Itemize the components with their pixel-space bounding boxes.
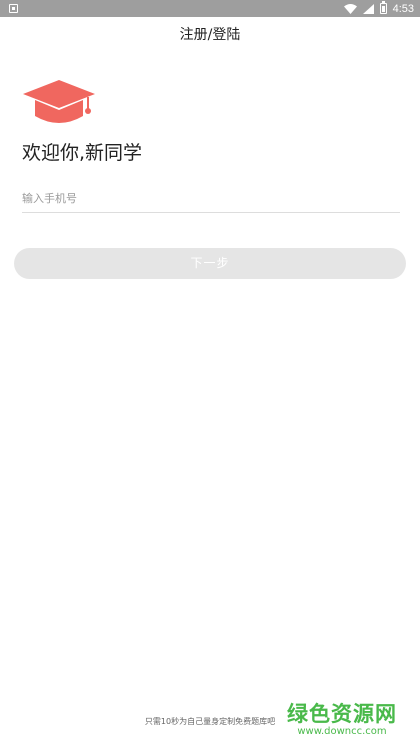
status-time: 4:53 <box>392 2 414 15</box>
signal-icon <box>362 3 374 14</box>
wifi-icon <box>343 3 357 14</box>
phone-input[interactable] <box>22 184 400 213</box>
page-title: 注册/登陆 <box>179 27 241 43</box>
next-step-button[interactable]: 下一步 <box>14 248 406 279</box>
watermark-title: 绿色资源网 <box>287 702 397 726</box>
notification-icon <box>9 4 18 13</box>
welcome-heading: 欢迎你,新同学 <box>22 142 143 164</box>
graduation-cap-icon <box>23 80 95 123</box>
watermark: 绿色资源网 www.downcc.com <box>282 702 402 738</box>
watermark-url: www.downcc.com <box>297 726 387 737</box>
status-icons: 4:53 <box>343 0 414 17</box>
status-bar: 4:53 <box>0 0 420 17</box>
battery-icon <box>379 1 387 14</box>
